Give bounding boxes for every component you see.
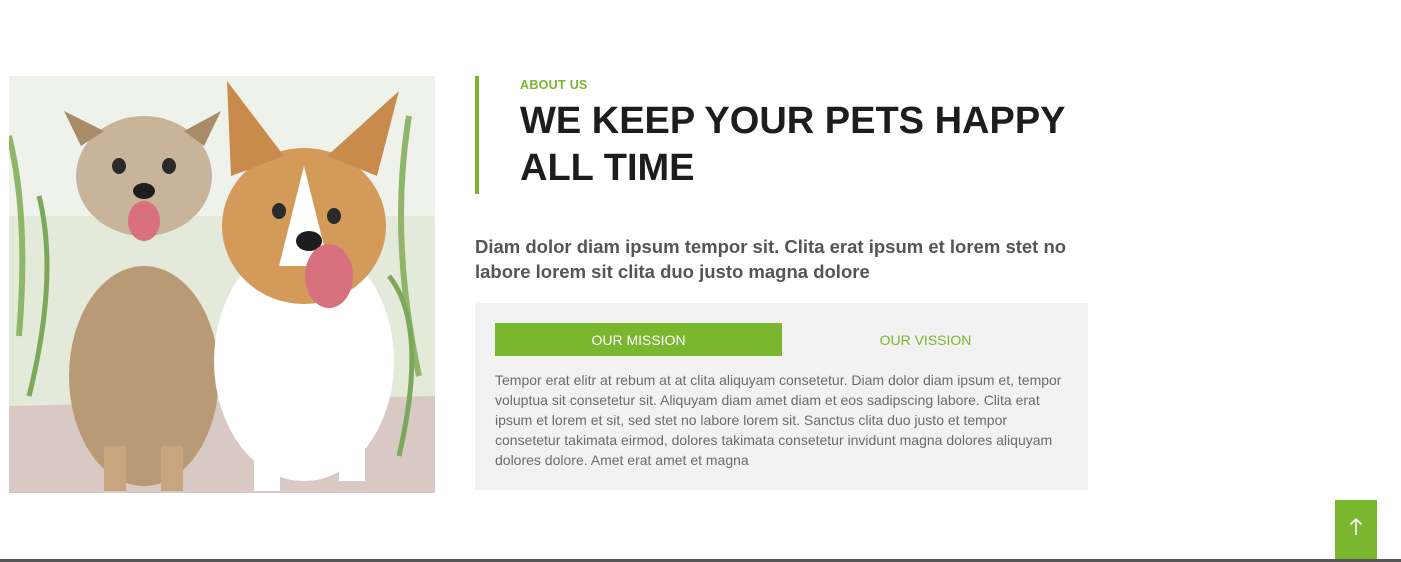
arrow-up-icon <box>1349 517 1363 542</box>
two-dogs-photo <box>9 76 435 493</box>
mission-vision-panel: OUR MISSION OUR VISSION Tempor erat elit… <box>475 303 1088 490</box>
back-to-top-button[interactable] <box>1335 500 1377 559</box>
tab-our-mission[interactable]: OUR MISSION <box>495 323 782 356</box>
page-title: WE KEEP YOUR PETS HAPPY ALL TIME <box>520 100 1065 189</box>
section-eyebrow: ABOUT US <box>520 78 588 92</box>
lead-paragraph: Diam dolor diam ipsum tempor sit. Clita … <box>475 236 1067 282</box>
tab-our-vission[interactable]: OUR VISSION <box>782 323 1069 356</box>
tab-bar: OUR MISSION OUR VISSION <box>495 323 1069 356</box>
about-title-block: ABOUT US WE KEEP YOUR PETS HAPPY ALL TIM… <box>475 76 1085 194</box>
tab-content-text: Tempor erat elitr at rebum at at clita a… <box>495 372 1062 468</box>
